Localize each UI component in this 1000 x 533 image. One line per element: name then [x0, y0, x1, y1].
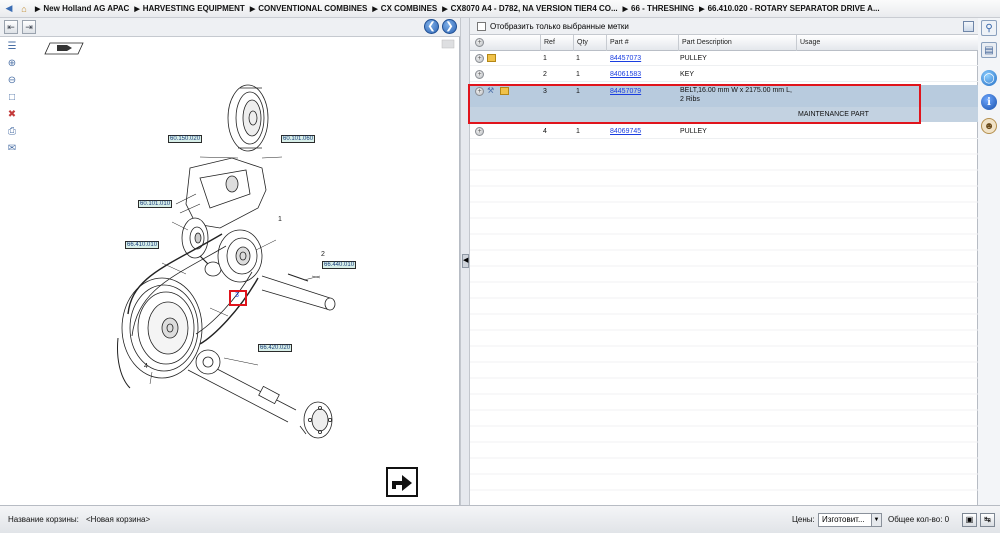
- add-all-icon[interactable]: +: [475, 38, 484, 47]
- selected-row-highlight: [468, 84, 921, 124]
- breadcrumb-item-brand[interactable]: ▶ New Holland AG APAC: [35, 4, 129, 13]
- row-ref: 4: [543, 128, 547, 135]
- col-part[interactable]: Part #: [606, 35, 678, 51]
- row-description: PULLEY: [680, 128, 707, 135]
- add-to-basket-icon[interactable]: +: [475, 127, 484, 136]
- utility-icon-column: ⚲ ▤ ◯ i ☻: [978, 18, 1000, 505]
- prices-label: Цены:: [792, 515, 815, 524]
- section-tag-icon: [44, 42, 84, 55]
- email-icon[interactable]: ✉: [4, 141, 20, 155]
- export-arrow-glyph: [392, 475, 412, 491]
- table-row[interactable]: + 4 1 84069745 PULLEY: [470, 125, 978, 139]
- row-description: PULLEY: [680, 55, 707, 62]
- callout-60-101-060[interactable]: 60.101.060: [281, 135, 316, 143]
- col-qty[interactable]: Qty: [573, 35, 606, 51]
- item-number-1[interactable]: 1: [278, 216, 282, 223]
- book-icon[interactable]: ▤: [981, 42, 997, 58]
- parts-catalog-app: ◀ ⌂ ▶ New Holland AG APAC ▶ HARVESTING EQU…: [0, 0, 1000, 533]
- zoom-in-icon[interactable]: ⊕: [4, 56, 20, 70]
- prices-select-value: Изготовит...: [822, 515, 865, 524]
- breadcrumb-item-subcategory[interactable]: ▶ CONVENTIONAL COMBINES: [250, 4, 368, 13]
- table-row[interactable]: + 2 1 84061583 KEY: [470, 68, 978, 82]
- chevron-right-icon: ▶: [249, 5, 256, 13]
- breadcrumb-item-model[interactable]: ▶ CX8070 A4 - D782, NA VERSION TIER4 CO..…: [442, 4, 617, 13]
- breadcrumb: ◀ ⌂ ▶ New Holland AG APAC ▶ HARVESTING EQU…: [0, 0, 1000, 18]
- home-icon[interactable]: ⌂: [18, 3, 30, 15]
- add-to-basket-icon[interactable]: +: [475, 70, 484, 79]
- zoom-out-icon[interactable]: ⊖: [4, 73, 20, 87]
- show-selected-label: Отобразить только выбранные метки: [490, 21, 629, 31]
- basket-status-bar: Название корзины: <Новая корзина> Цены: …: [0, 505, 1000, 533]
- chevron-right-icon: ▶: [622, 5, 629, 13]
- total-quantity: Общее кол-во: 0: [888, 515, 950, 524]
- col-description[interactable]: Part Description: [678, 35, 796, 51]
- print-icon[interactable]: ⎙: [4, 124, 20, 138]
- basket-label: Название корзины:: [8, 515, 79, 524]
- empty-grid-rows: [470, 153, 978, 491]
- collapse-pane-icon[interactable]: ◀: [462, 254, 469, 268]
- breadcrumb-item-series[interactable]: ▶ CX COMBINES: [372, 4, 437, 13]
- table-row[interactable]: + 1 1 84457073 PULLEY: [470, 52, 978, 66]
- breadcrumb-item-section[interactable]: ▶ 66 - THRESHING: [623, 4, 695, 13]
- basket-name[interactable]: <Новая корзина>: [86, 515, 150, 524]
- part-number-link[interactable]: 84069745: [610, 127, 641, 136]
- row-qty: 1: [576, 128, 580, 135]
- fit-to-window-icon[interactable]: □: [4, 90, 20, 104]
- user-chat-icon[interactable]: ☻: [981, 118, 997, 134]
- clear-selection-icon[interactable]: ✖: [4, 107, 20, 121]
- package-icon: [487, 54, 496, 62]
- parts-filter-bar: Отобразить только выбранные метки: [470, 18, 978, 35]
- info-icon[interactable]: i: [981, 94, 997, 110]
- diagram-side-toolbar: ☰ ⊕ ⊖ □ ✖ ⎙ ✉: [4, 39, 24, 158]
- col-usage[interactable]: Usage: [796, 35, 978, 51]
- diagram-scroll-handle[interactable]: [441, 39, 455, 49]
- globe-icon[interactable]: ◯: [981, 70, 997, 86]
- export-arrow-icon[interactable]: [386, 467, 418, 497]
- item-number-4[interactable]: 4: [144, 363, 148, 370]
- show-selected-checkbox[interactable]: [477, 21, 486, 31]
- breadcrumb-item-category[interactable]: ▶ HARVESTING EQUIPMENT: [134, 4, 244, 13]
- grid-settings-icon[interactable]: [963, 21, 974, 32]
- item-number-2[interactable]: 2: [321, 251, 325, 258]
- row-ref: 2: [543, 71, 547, 78]
- callout-60-101-010[interactable]: 60.101.010: [138, 200, 173, 208]
- callout-60-150-020[interactable]: 60.150.020: [168, 135, 203, 143]
- chevron-right-icon: ▶: [35, 5, 41, 13]
- chevron-down-icon[interactable]: ▼: [871, 514, 881, 526]
- basket-window-button[interactable]: ▣: [962, 513, 977, 527]
- row-description: KEY: [680, 71, 695, 78]
- basket-open-button[interactable]: ↹: [980, 513, 995, 527]
- part-number-link[interactable]: 84061583: [610, 70, 641, 79]
- row-qty: 1: [576, 71, 580, 78]
- part-number-link[interactable]: 84457073: [610, 54, 641, 63]
- row-qty: 1: [576, 55, 580, 62]
- back-icon[interactable]: ◀: [3, 3, 15, 15]
- chevron-right-icon: ▶: [134, 5, 140, 13]
- selected-item-highlight: [229, 290, 247, 306]
- search-icon[interactable]: ⚲: [981, 20, 997, 36]
- chevron-right-icon: ▶: [372, 5, 378, 13]
- menu-icon[interactable]: ☰: [4, 39, 20, 53]
- callout-66-410-010[interactable]: 66.410.010: [125, 241, 160, 249]
- col-ref[interactable]: Ref: [540, 35, 573, 51]
- parts-list-pane: Отобразить только выбранные метки + Ref …: [468, 18, 978, 505]
- prices-select[interactable]: Изготовит... ▼: [818, 513, 882, 527]
- callout-66-440-010[interactable]: 66.440.010: [322, 261, 357, 269]
- diagram-pane: ⇤ ⇥ ❮ ❯ 60.150.020 60.101.060 60.101.010…: [0, 18, 460, 505]
- add-to-basket-icon[interactable]: +: [475, 54, 484, 63]
- chevron-right-icon: ▶: [699, 5, 705, 13]
- breadcrumb-item-page[interactable]: ▶ 66.410.020 - ROTARY SEPARATOR DRIVE A..…: [699, 4, 879, 13]
- exploded-diagram: [44, 39, 455, 439]
- chevron-right-icon: ▶: [442, 5, 448, 13]
- parts-table-header: + Ref Qty Part # Part Description Usage: [470, 35, 978, 51]
- callout-66-420-020[interactable]: 66.420.020: [258, 344, 293, 352]
- row-ref: 1: [543, 55, 547, 62]
